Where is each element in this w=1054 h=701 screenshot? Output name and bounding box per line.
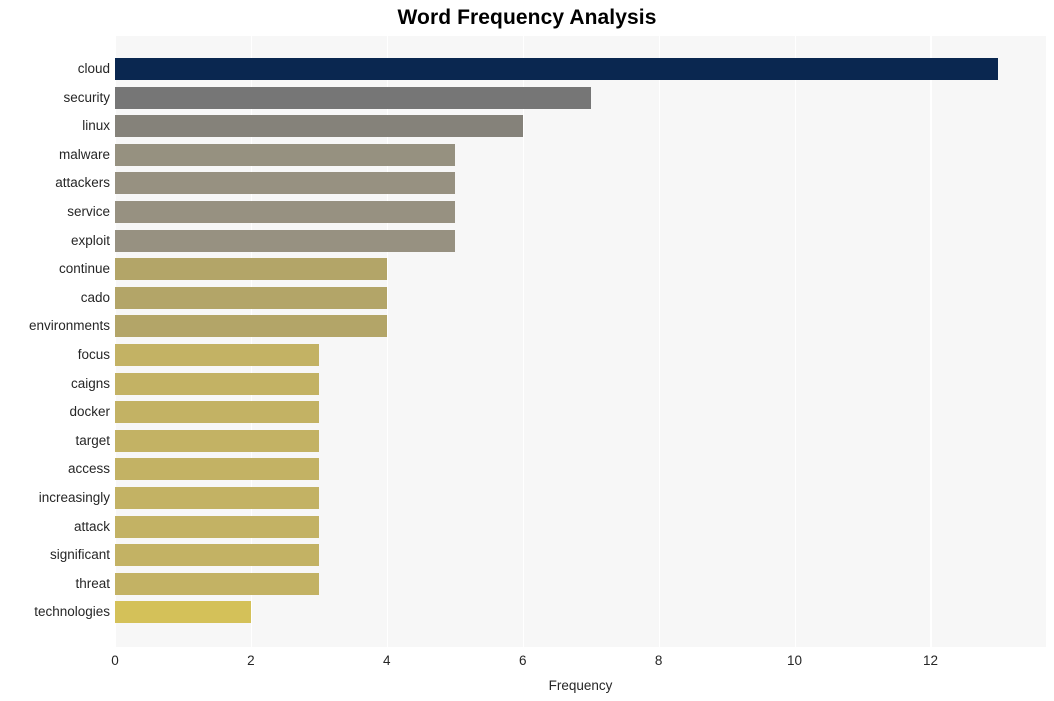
- bar[interactable]: [115, 401, 319, 424]
- y-tick-label: threat: [75, 575, 110, 591]
- y-tick-label: continue: [58, 261, 110, 277]
- bar[interactable]: [115, 515, 319, 538]
- y-tick-label: increasingly: [38, 490, 110, 505]
- y-tick-label: exploit: [70, 232, 110, 248]
- bar[interactable]: [115, 372, 319, 395]
- y-tick-label: environments: [28, 318, 110, 334]
- bar[interactable]: [115, 229, 455, 252]
- word-frequency-chart-figure: Word Frequency Analysis cloud security lin…: [0, 0, 1054, 701]
- bar[interactable]: [115, 344, 319, 366]
- x-tick-label: 0: [111, 653, 119, 668]
- chart-title: Word Frequency Analysis: [397, 6, 657, 29]
- bar[interactable]: [115, 315, 387, 338]
- y-tick-label: malware: [58, 146, 110, 162]
- bar[interactable]: [115, 86, 591, 109]
- y-tick-label: service: [67, 204, 110, 219]
- bar[interactable]: [115, 258, 387, 281]
- bar[interactable]: [115, 487, 319, 509]
- y-tick-label: cloud: [77, 61, 110, 76]
- bar[interactable]: [115, 58, 999, 80]
- bars-layer: [115, 36, 1046, 647]
- y-tick-label: focus: [77, 347, 110, 362]
- bar[interactable]: [115, 172, 455, 195]
- y-tick-label: access: [67, 461, 110, 477]
- bar[interactable]: [115, 429, 319, 452]
- x-tick-label: 2: [247, 653, 255, 668]
- x-tick-label: 10: [787, 653, 803, 668]
- bar[interactable]: [115, 201, 455, 223]
- x-axis: Frequency 0 2 4 6 8 10 12: [0, 647, 1054, 701]
- bar[interactable]: [115, 143, 455, 166]
- bar[interactable]: [115, 572, 319, 595]
- x-tick-label: 6: [518, 653, 527, 668]
- bar[interactable]: [115, 458, 319, 481]
- y-tick-label: target: [75, 432, 110, 448]
- y-tick-label: docker: [69, 404, 110, 420]
- y-tick-label: attack: [73, 518, 110, 534]
- y-axis-tick-labels: cloud security linux malware attackers servic…: [0, 36, 110, 647]
- bar[interactable]: [115, 115, 523, 138]
- y-tick-label: caigns: [70, 375, 110, 391]
- bar[interactable]: [115, 601, 251, 624]
- y-tick-label: technologies: [34, 604, 110, 620]
- bar[interactable]: [115, 286, 387, 309]
- y-tick-label: significant: [49, 547, 110, 563]
- x-axis-title: Frequency: [548, 678, 613, 693]
- x-tick-label: 12: [922, 653, 938, 668]
- x-tick-label: 4: [383, 653, 391, 668]
- y-tick-label: linux: [82, 118, 110, 134]
- x-tick-label: 8: [654, 653, 663, 668]
- bar[interactable]: [115, 544, 319, 567]
- y-tick-label: security: [63, 89, 110, 105]
- y-tick-label: cado: [80, 289, 110, 305]
- y-tick-label: attackers: [55, 175, 110, 191]
